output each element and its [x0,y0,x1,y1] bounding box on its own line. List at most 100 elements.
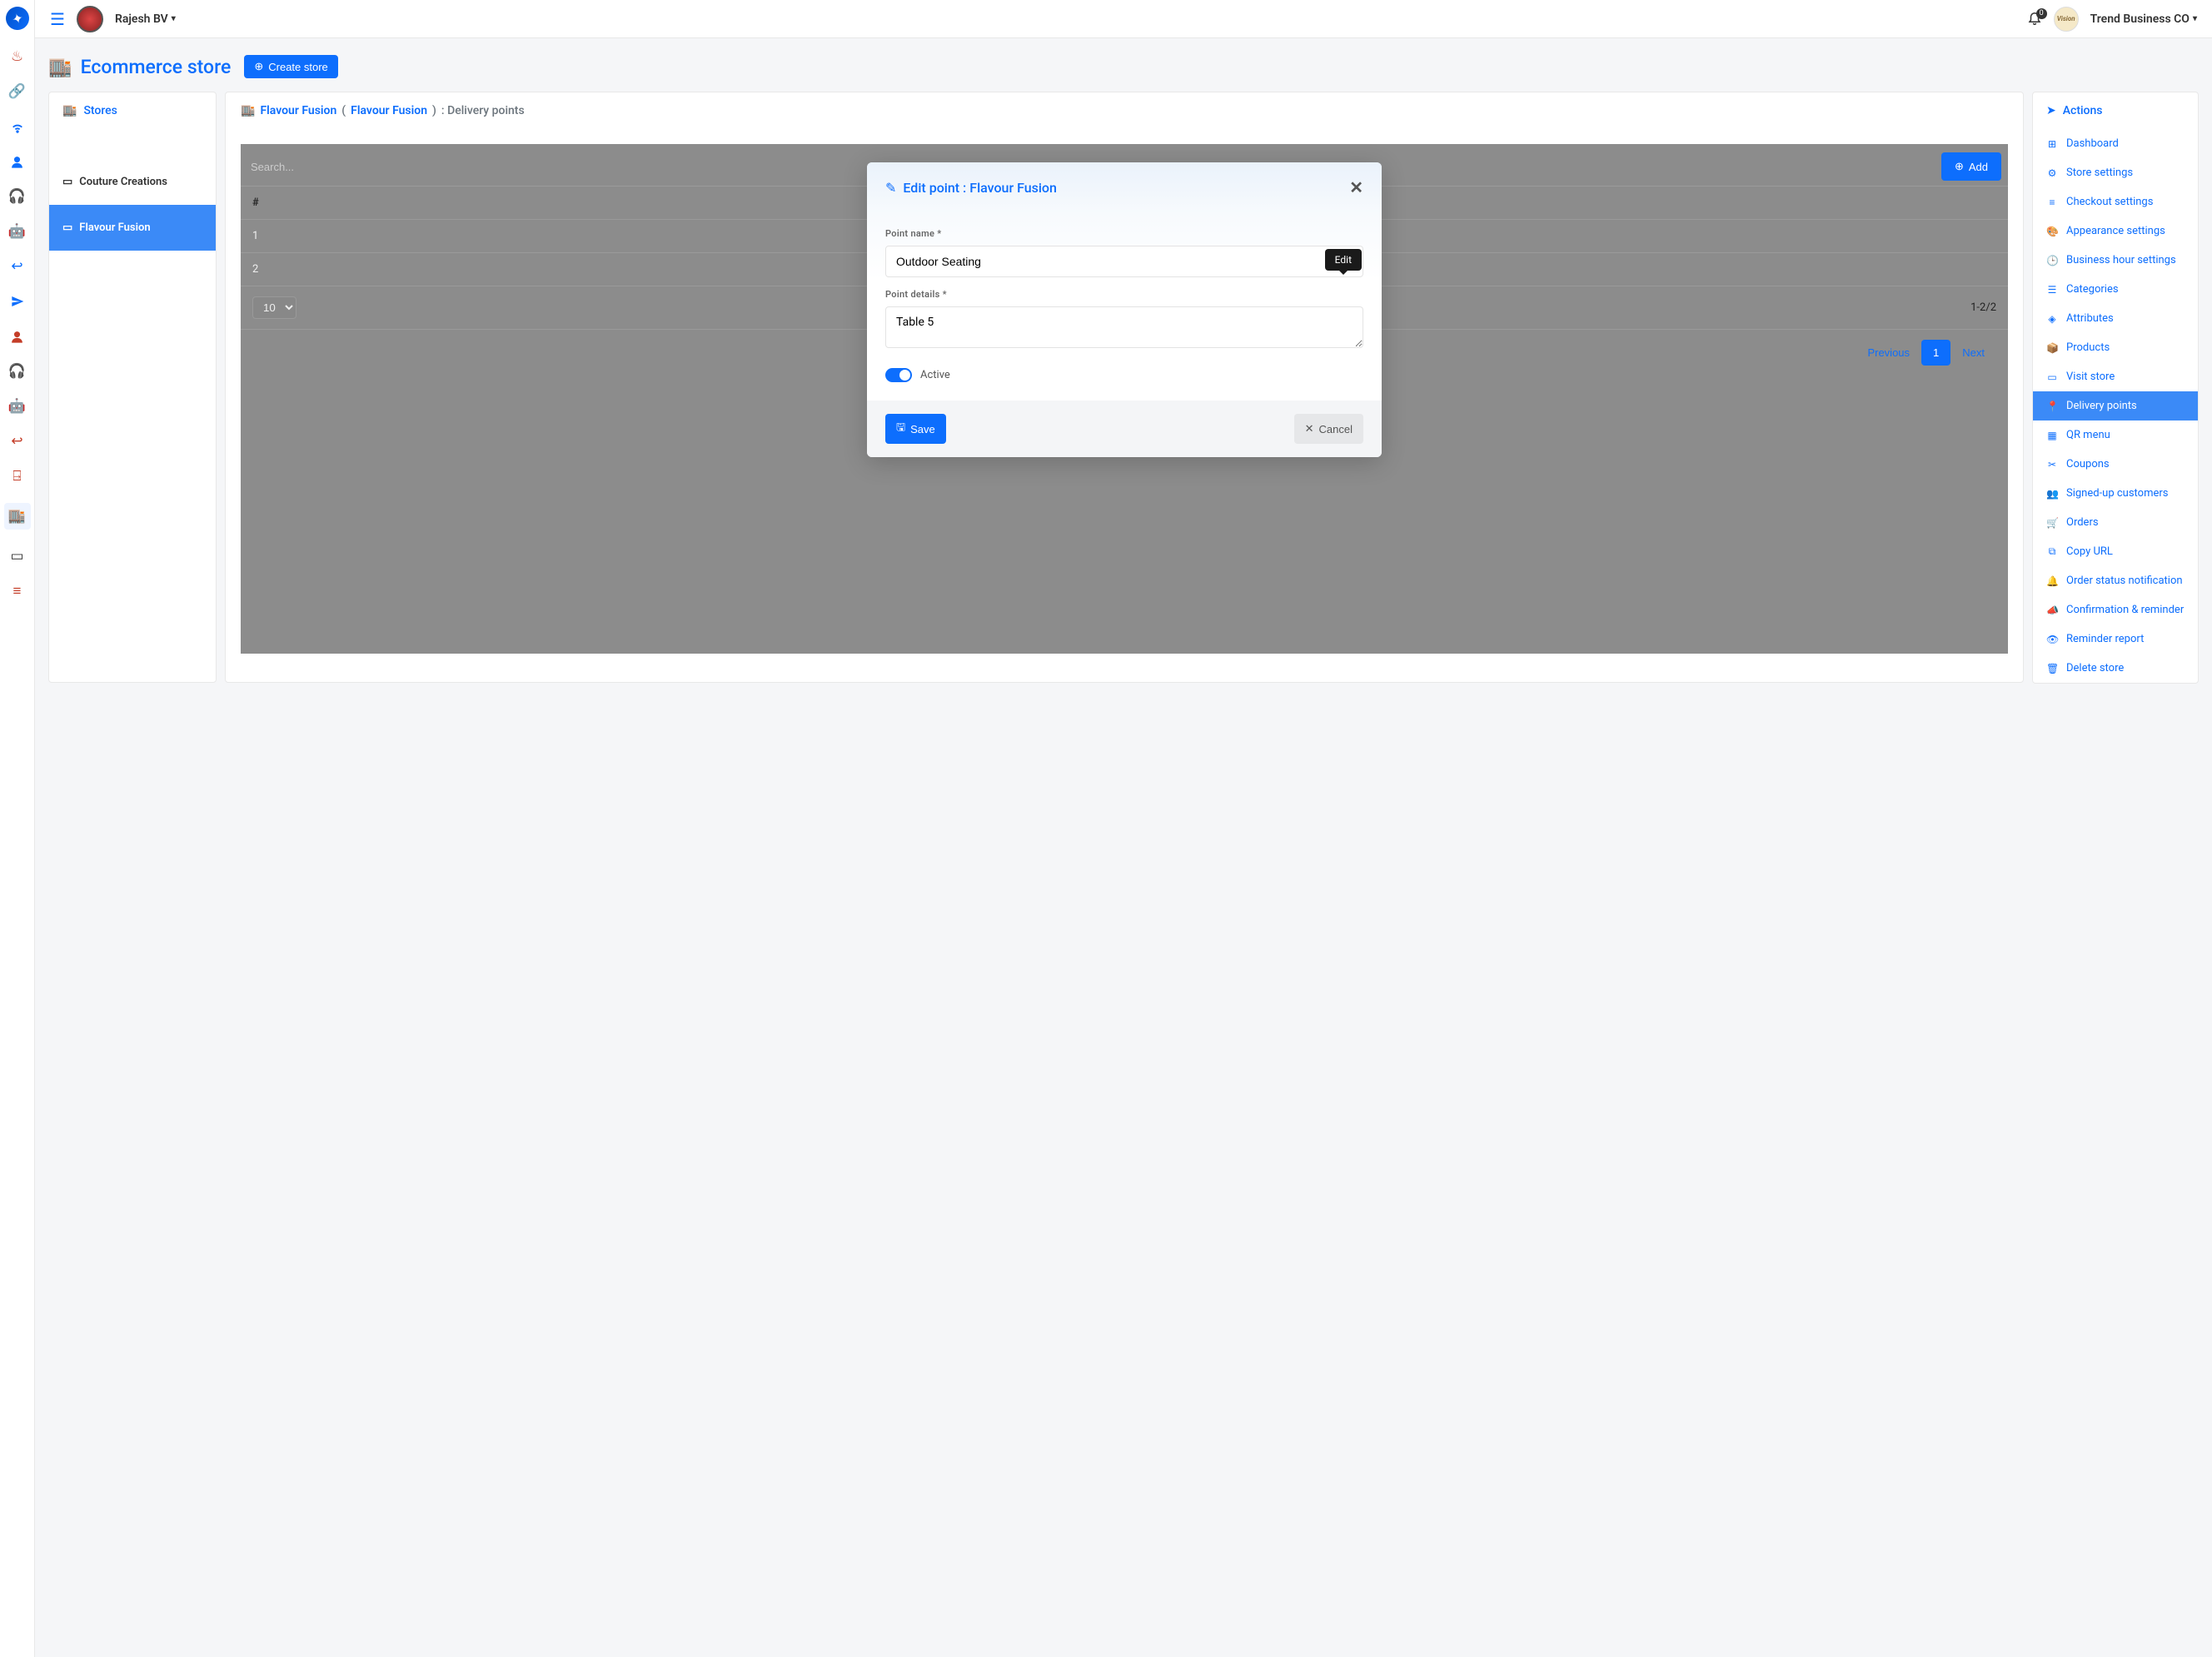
action-icon: 🔔 [2046,575,2058,587]
reply-icon[interactable]: ↩ [9,258,26,275]
action-item-business-hour-settings[interactable]: 🕒Business hour settings [2033,246,2198,275]
action-label: Business hour settings [2066,254,2176,266]
action-item-appearance-settings[interactable]: 🎨Appearance settings [2033,216,2198,246]
action-item-qr-menu[interactable]: ▦QR menu [2033,420,2198,450]
next-button[interactable]: Next [1950,340,1996,366]
user-red-icon[interactable] [9,328,26,345]
create-store-button[interactable]: ⊕ Create store [244,55,337,78]
actions-panel: ➤ Actions ⊞Dashboard⚙Store settings≡Chec… [2032,92,2199,684]
user-avatar[interactable] [77,6,103,32]
action-item-coupons[interactable]: ✂Coupons [2033,450,2198,479]
action-icon: ▭ [2046,371,2058,383]
store-link-inner[interactable]: Flavour Fusion [351,104,427,117]
business-logo: Vision [2054,7,2079,32]
action-label: Dashboard [2066,137,2119,150]
close-icon: ✕ [1305,422,1314,435]
col-num: # [252,197,259,209]
stores-panel: 🏬 Stores ▭ Couture Creations ▭ Flavour F… [48,92,217,683]
action-icon: 👥 [2046,488,2058,500]
point-name-input[interactable] [885,246,1363,277]
plus-circle-icon: ⊕ [1955,160,1964,173]
hamburger-icon[interactable]: ☰ [50,9,65,29]
send-icon: ➤ [2046,104,2056,117]
search-input[interactable] [247,156,339,178]
plus-circle-icon: ⊕ [254,60,263,73]
action-label: Confirmation & reminder [2066,604,2184,616]
action-label: Signed-up customers [2066,487,2169,500]
store-link[interactable]: Flavour Fusion [260,104,336,117]
store-icon[interactable]: 🏬 [4,503,31,530]
action-item-orders[interactable]: 🛒Orders [2033,508,2198,537]
business-name: Trend Business CO [2090,12,2190,26]
business-dropdown[interactable]: Trend Business CO ▾ [2090,12,2197,26]
action-item-categories[interactable]: ☰Categories [2033,275,2198,304]
point-details-input[interactable]: Table 5 [885,306,1363,348]
store-item-couture[interactable]: ▭ Couture Creations [49,159,216,205]
share-icon[interactable]: ⍈ [9,468,26,485]
action-item-store-settings[interactable]: ⚙ Store settings [2033,158,2198,187]
bot-icon[interactable]: 🤖 [9,223,26,240]
caret-down-icon: ▾ [172,14,176,23]
store-icon: 🏬 [62,104,77,117]
bot-red-icon[interactable]: 🤖 [9,398,26,415]
caret-down-icon: ▾ [2193,14,2197,23]
action-label: Appearance settings [2066,225,2165,237]
page-size-select[interactable]: 10 [252,296,296,319]
reply-red-icon[interactable]: ↩ [9,433,26,450]
action-item-copy-url[interactable]: ⧉Copy URL [2033,537,2198,566]
breadcrumb-tail: : Delivery points [441,104,525,117]
action-item-signed-up-customers[interactable]: 👥 Signed-up customers [2033,479,2198,508]
action-label: Products [2066,341,2110,354]
storefront-icon: ▭ [62,176,72,188]
action-item-confirmation-reminder[interactable]: 📣Confirmation & reminder [2033,595,2198,624]
active-toggle[interactable] [885,368,912,382]
action-item-reminder-report[interactable]: 👁Reminder report [2033,624,2198,654]
action-icon: 🗑 [2046,663,2058,674]
headset-icon[interactable]: 🎧 [9,188,26,205]
action-label: Delivery points [2066,400,2137,412]
edit-point-modal: ✎ Edit point : Flavour Fusion ✕ Point na… [867,162,1382,457]
link-icon[interactable]: 🔗 [9,83,26,100]
database-icon[interactable]: ≡ [9,583,26,600]
action-item-attributes[interactable]: ◈Attributes [2033,304,2198,333]
action-icon: 📦 [2046,342,2058,354]
action-label: Attributes [2066,312,2114,325]
modal-close-button[interactable]: ✕ [1349,177,1363,198]
action-item-delivery-points[interactable]: 📍 Delivery points [2033,391,2198,420]
contact-icon[interactable]: ▭ [9,548,26,565]
topbar: ☰ Rajesh BV ▾ 0 Vision Trend Business CO… [35,0,2212,38]
add-button[interactable]: ⊕ Add [1941,152,2001,181]
edit-icon: ✎ [885,180,896,196]
page-1-button[interactable]: 1 [1921,340,1950,366]
action-label: Store settings [2066,167,2133,179]
action-icon: ⊞ [2046,138,2058,150]
action-icon: 📍 [2046,401,2058,412]
action-icon: ⧉ [2046,545,2058,558]
app-logo: ✦ [2,4,31,32]
action-item-products[interactable]: 📦 Products [2033,333,2198,362]
headset-red-icon[interactable]: 🎧 [9,363,26,380]
label-point-name: Point name * [885,228,1363,239]
action-icon: ✂ [2046,459,2058,470]
notifications-button[interactable]: 0 [2027,10,2042,28]
action-item-delete-store[interactable]: 🗑Delete store [2033,654,2198,683]
center-panel: 🏬 Flavour Fusion ( Flavour Fusion ) : De… [225,92,2024,683]
action-item-dashboard[interactable]: ⊞ Dashboard [2033,129,2198,158]
user-icon[interactable] [9,153,26,170]
user-dropdown[interactable]: Rajesh BV ▾ [115,12,176,26]
action-item-visit-store[interactable]: ▭Visit store [2033,362,2198,391]
action-icon: ⚙ [2046,167,2058,179]
action-item-order-status-notification[interactable]: 🔔Order status notification [2033,566,2198,595]
cancel-button[interactable]: ✕ Cancel [1294,414,1363,444]
action-icon: ☰ [2046,284,2058,296]
edit-tooltip: Edit [1325,249,1362,271]
wifi-icon[interactable] [9,118,26,135]
store-item-flavour-fusion[interactable]: ▭ Flavour Fusion [49,205,216,251]
label-point-details: Point details * [885,289,1363,300]
action-item-checkout-settings[interactable]: ≡Checkout settings [2033,187,2198,216]
prev-button[interactable]: Previous [1856,340,1921,366]
fire-icon[interactable]: ♨ [9,48,26,65]
action-label: QR menu [2066,429,2110,441]
save-button[interactable]: 🖫 Save [885,414,946,444]
send-icon[interactable] [9,293,26,310]
